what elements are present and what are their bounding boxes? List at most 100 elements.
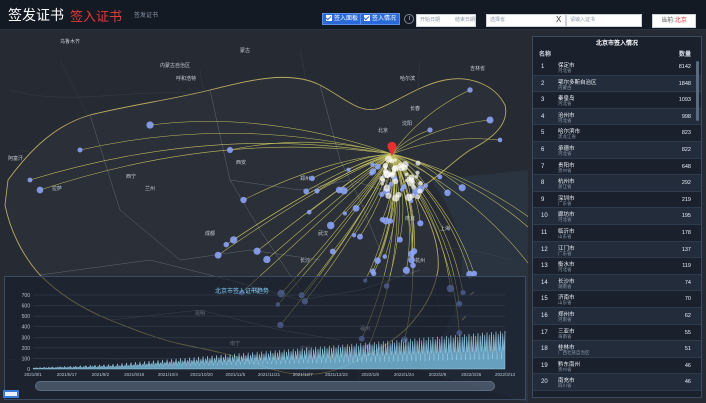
ranking-row[interactable]: 12 江门市 广东省 137	[533, 241, 701, 259]
map-label: 蒙古	[240, 47, 250, 54]
ranking-row[interactable]: 18 桂林市 广西壮族自治区 51	[533, 341, 701, 358]
timeline-range-slider[interactable]	[35, 381, 495, 391]
ranking-row[interactable]: 2 鄂尔多斯自治区 内蒙古 1848	[533, 75, 701, 93]
city-dot[interactable]	[370, 162, 375, 168]
panel-scrollbar[interactable]	[696, 61, 699, 121]
city-dot[interactable]	[427, 127, 433, 133]
ranking-row[interactable]: 19 黔东南州 贵州省 46	[533, 358, 701, 375]
city-dot[interactable]	[352, 204, 360, 212]
checkbox-label: 签入情况	[372, 16, 397, 22]
city-dot[interactable]	[410, 248, 418, 255]
cert-search-input[interactable]: 请输入证书	[566, 14, 642, 27]
clear-icon[interactable]: X	[556, 15, 561, 24]
row-rank: 7	[541, 163, 545, 170]
ranking-row[interactable]: 10 廊坊市 河北省 195	[533, 208, 701, 225]
ranking-row[interactable]: 4 沧州市 河北省 998	[533, 108, 701, 126]
ranking-row[interactable]: 9 深圳市 广东省 219	[533, 192, 701, 209]
end-date-input[interactable]: 结束日期	[452, 14, 476, 27]
row-value: 822	[681, 146, 691, 153]
row-province: 河北省	[558, 117, 572, 123]
city-dot[interactable]	[329, 248, 336, 255]
ranking-row[interactable]: 20 南充市 四川省 46	[533, 374, 701, 391]
current-city-button[interactable]: 当前:北京	[652, 14, 696, 28]
city-dot[interactable]	[408, 256, 415, 264]
city-dot[interactable]	[253, 247, 261, 255]
city-dot[interactable]	[263, 255, 271, 264]
city-dot[interactable]	[36, 186, 44, 194]
city-dot[interactable]	[369, 268, 376, 274]
ranking-row[interactable]: 5 哈尔滨市 黑龙江省 823	[533, 125, 701, 142]
tab-sign-out[interactable]: 签发证书	[134, 10, 158, 19]
ranking-row[interactable]: 7 贵阳市 贵州省 648	[533, 159, 701, 176]
city-dot[interactable]	[396, 236, 403, 243]
city-dot[interactable]	[444, 189, 451, 197]
ranking-row[interactable]: 1 保定市 河北省 8142	[533, 59, 701, 76]
city-dot[interactable]	[382, 217, 390, 225]
map-label: 兰州	[145, 185, 155, 192]
start-date-input[interactable]: 开始日期	[416, 14, 452, 27]
city-dot[interactable]	[226, 146, 234, 154]
city-dot[interactable]	[326, 221, 335, 230]
ranking-row[interactable]: 16 郑州市 河南省 62	[533, 307, 701, 325]
row-rank: 18	[541, 346, 548, 353]
ranking-row[interactable]: 11 临沂市 山东省 178	[533, 225, 701, 242]
ranking-row[interactable]: 17 三亚市 海南省 55	[533, 325, 701, 342]
city-dot[interactable]	[399, 187, 405, 192]
row-value: 46	[684, 379, 691, 386]
city-ranking-panel: 北京市签入情况 名称 数量 1 保定市 河北省 8142 2 鄂尔多斯自治区 内蒙古 1848…	[532, 36, 702, 398]
city-dot[interactable]	[417, 220, 424, 227]
city-dot[interactable]	[342, 211, 347, 216]
city-dot[interactable]	[351, 233, 357, 238]
ranking-row[interactable]: 8 杭州市 浙江省 292	[533, 175, 701, 192]
city-dot[interactable]	[240, 196, 247, 204]
city-dot[interactable]	[458, 184, 466, 192]
row-province: 河北省	[558, 68, 572, 73]
city-dot[interactable]	[214, 251, 222, 259]
ranking-row[interactable]: 6 承德市 河北省 822	[533, 141, 701, 159]
ranking-row[interactable]: 3 秦皇岛 河北省 1093	[533, 92, 701, 109]
city-dot[interactable]	[382, 254, 388, 259]
city-dot[interactable]	[77, 147, 83, 153]
city-dot[interactable]	[27, 177, 33, 183]
city-dot[interactable]	[357, 233, 363, 240]
row-value: 62	[684, 312, 691, 319]
city-dot[interactable]	[423, 183, 429, 188]
city-dot[interactable]	[306, 209, 312, 215]
city-dot[interactable]	[314, 188, 320, 194]
x-tick-label: 2022/3/13	[495, 372, 516, 377]
city-dot[interactable]	[303, 188, 309, 195]
city-dot[interactable]	[486, 116, 494, 124]
city-dot[interactable]	[146, 121, 154, 129]
map-label: 内蒙古自治区	[160, 62, 190, 69]
glow-dot	[392, 194, 400, 202]
city-dot[interactable]	[379, 191, 385, 197]
row-value: 195	[681, 213, 691, 220]
city-dot[interactable]	[369, 168, 377, 175]
checkbox-sign-in-panel[interactable]: 签入面板	[322, 13, 363, 25]
row-rank: 1	[541, 64, 545, 70]
row-value: 74	[684, 279, 691, 286]
y-tick-label: 200	[22, 346, 31, 352]
row-province: 内蒙古	[558, 84, 572, 90]
ranking-row[interactable]: 15 济南市 山东省 70	[533, 291, 701, 308]
city-dot[interactable]	[402, 266, 410, 274]
checkbox-sign-in-status[interactable]: 签入情况	[360, 13, 401, 25]
city-dot[interactable]	[467, 87, 473, 93]
row-value: 55	[684, 329, 691, 336]
city-dot[interactable]	[229, 236, 238, 244]
city-dot[interactable]	[346, 167, 351, 172]
city-dot[interactable]	[309, 175, 315, 182]
glow-dot	[392, 178, 399, 185]
city-dot[interactable]	[497, 137, 503, 143]
x-tick-label: 2021/9/2	[92, 372, 110, 377]
tab-sign-in[interactable]: 签入证书	[70, 6, 122, 25]
city-dot[interactable]	[374, 163, 381, 170]
city-dot[interactable]	[223, 241, 229, 248]
city-dot[interactable]	[340, 187, 348, 195]
ranking-row[interactable]: 14 长沙市 湖南省 74	[533, 274, 701, 292]
ranking-row[interactable]: 13 衡水市 河北省 119	[533, 258, 701, 275]
map-label: 北京	[378, 127, 388, 134]
province-select[interactable]: 选择省	[486, 14, 566, 27]
city-dot[interactable]	[437, 174, 443, 180]
city-dot[interactable]	[374, 257, 381, 264]
